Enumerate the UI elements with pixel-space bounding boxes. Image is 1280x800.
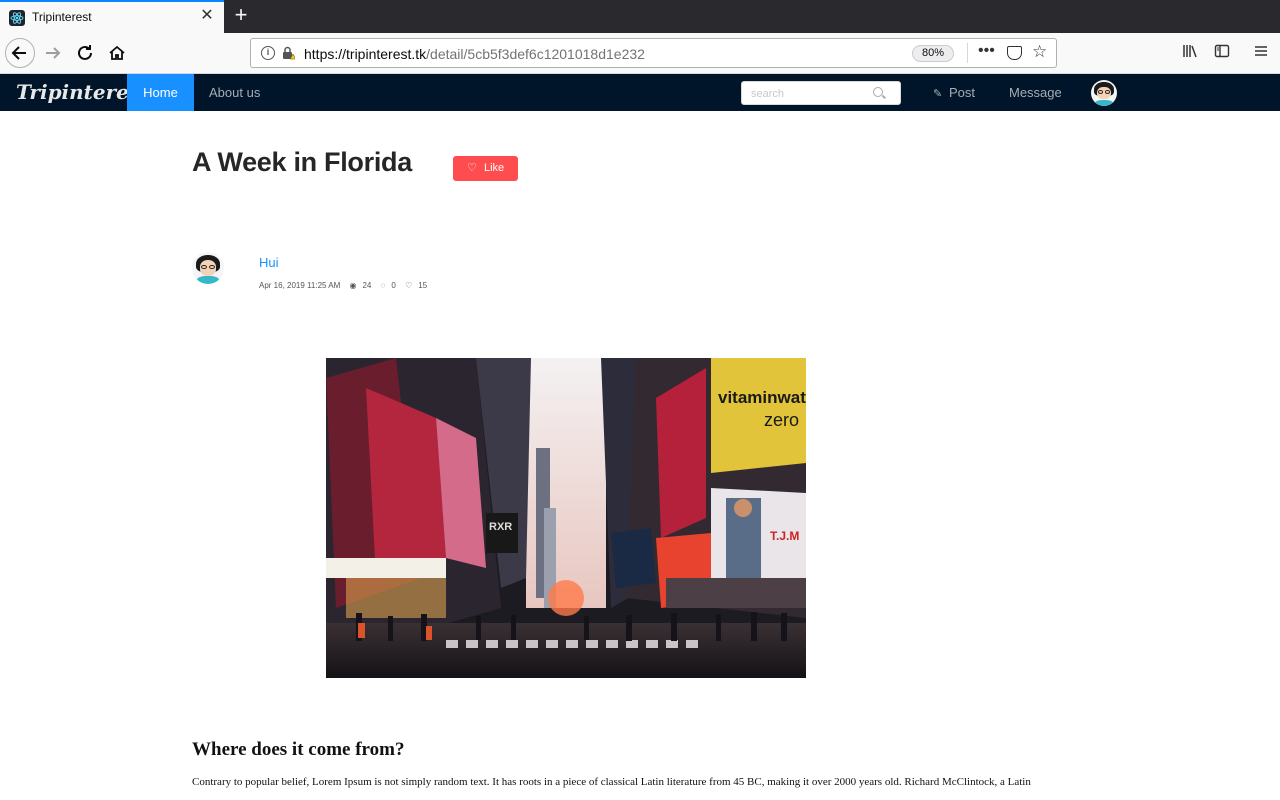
react-favicon-icon — [9, 10, 25, 26]
comment-count: 0 — [391, 281, 396, 290]
url-domain: https://tripinterest.tk — [304, 46, 427, 62]
heart-icon: ♡ — [467, 162, 477, 174]
article-heading: Where does it come from? — [192, 739, 405, 760]
close-tab-icon[interactable]: ✕ — [199, 8, 215, 24]
forward-icon[interactable] — [38, 38, 68, 68]
eye-icon: ◉ — [349, 281, 357, 290]
post-photo: vitaminwater zero T.J.M RXR — [326, 358, 806, 678]
billboard-rxr: RXR — [489, 521, 512, 533]
search-icon[interactable] — [873, 87, 883, 97]
post-title: A Week in Florida — [192, 147, 412, 177]
back-icon[interactable] — [5, 38, 35, 68]
like-label: Like — [484, 162, 505, 174]
url-bar[interactable]: i https://tripinterest.tk/detail/5cb5f3d… — [250, 38, 1057, 68]
like-button[interactable]: ♡ Like — [453, 156, 518, 181]
site-header: Tripinterest Home About us ✎Post Message — [0, 74, 1280, 111]
bookmark-star-icon[interactable]: ☆ — [1032, 42, 1047, 62]
post-date: Apr 16, 2019 11:25 AM — [259, 281, 341, 290]
nav-about-us[interactable]: About us — [209, 74, 260, 111]
library-icon[interactable] — [1182, 43, 1198, 64]
post-meta: Apr 16, 2019 11:25 AM ◉ 24 ◌ 0 ♡ 15 — [259, 281, 427, 290]
article-body: Contrary to popular belief, Lorem Ipsum … — [192, 776, 1031, 788]
author-name-link[interactable]: Hui — [259, 255, 279, 270]
billboard-tjm: T.J.M — [770, 529, 799, 543]
reload-icon[interactable] — [70, 38, 100, 68]
browser-tab-strip: Tripinterest ✕ + — [0, 0, 1280, 33]
zoom-indicator[interactable]: 80% — [912, 45, 954, 62]
home-icon[interactable] — [102, 38, 132, 68]
browser-tab[interactable]: Tripinterest ✕ — [0, 0, 224, 33]
more-actions-icon[interactable]: ••• — [978, 42, 995, 60]
nav-home[interactable]: Home — [127, 74, 194, 111]
url-path: /detail/5cb5f3def6c1201018d1e232 — [426, 46, 645, 62]
menu-hamburger-icon[interactable] — [1253, 43, 1269, 64]
heart-icon: ♡ — [405, 281, 413, 290]
tab-title: Tripinterest — [32, 10, 92, 24]
new-tab-icon[interactable]: + — [231, 4, 251, 26]
billboard-zero: zero — [764, 410, 799, 430]
comment-icon: ◌ — [380, 281, 386, 290]
edit-icon: ✎ — [933, 88, 943, 100]
insecure-lock-icon[interactable] — [281, 46, 297, 60]
user-avatar[interactable] — [1091, 80, 1117, 106]
avatar-shirt — [1095, 99, 1113, 106]
author-avatar[interactable] — [192, 252, 224, 284]
like-count: 15 — [418, 281, 428, 290]
divider — [967, 43, 968, 63]
info-icon[interactable]: i — [261, 46, 275, 60]
billboard-vitaminwater: vitaminwater — [718, 388, 806, 407]
url-text[interactable]: https://tripinterest.tk/detail/5cb5f3def… — [304, 46, 645, 62]
pocket-icon[interactable] — [1007, 46, 1022, 60]
avatar-shirt — [197, 276, 219, 284]
search-box[interactable] — [741, 81, 901, 105]
browser-navbar: i https://tripinterest.tk/detail/5cb5f3d… — [0, 33, 1280, 74]
nav-message[interactable]: Message — [1009, 74, 1062, 111]
avatar-glasses-right — [1104, 90, 1110, 95]
nav-post-label: Post — [949, 85, 976, 100]
view-count: 24 — [362, 281, 372, 290]
nav-post[interactable]: ✎ Post — [933, 74, 975, 111]
search-input[interactable] — [751, 86, 871, 101]
sidebar-icon[interactable] — [1214, 43, 1230, 64]
